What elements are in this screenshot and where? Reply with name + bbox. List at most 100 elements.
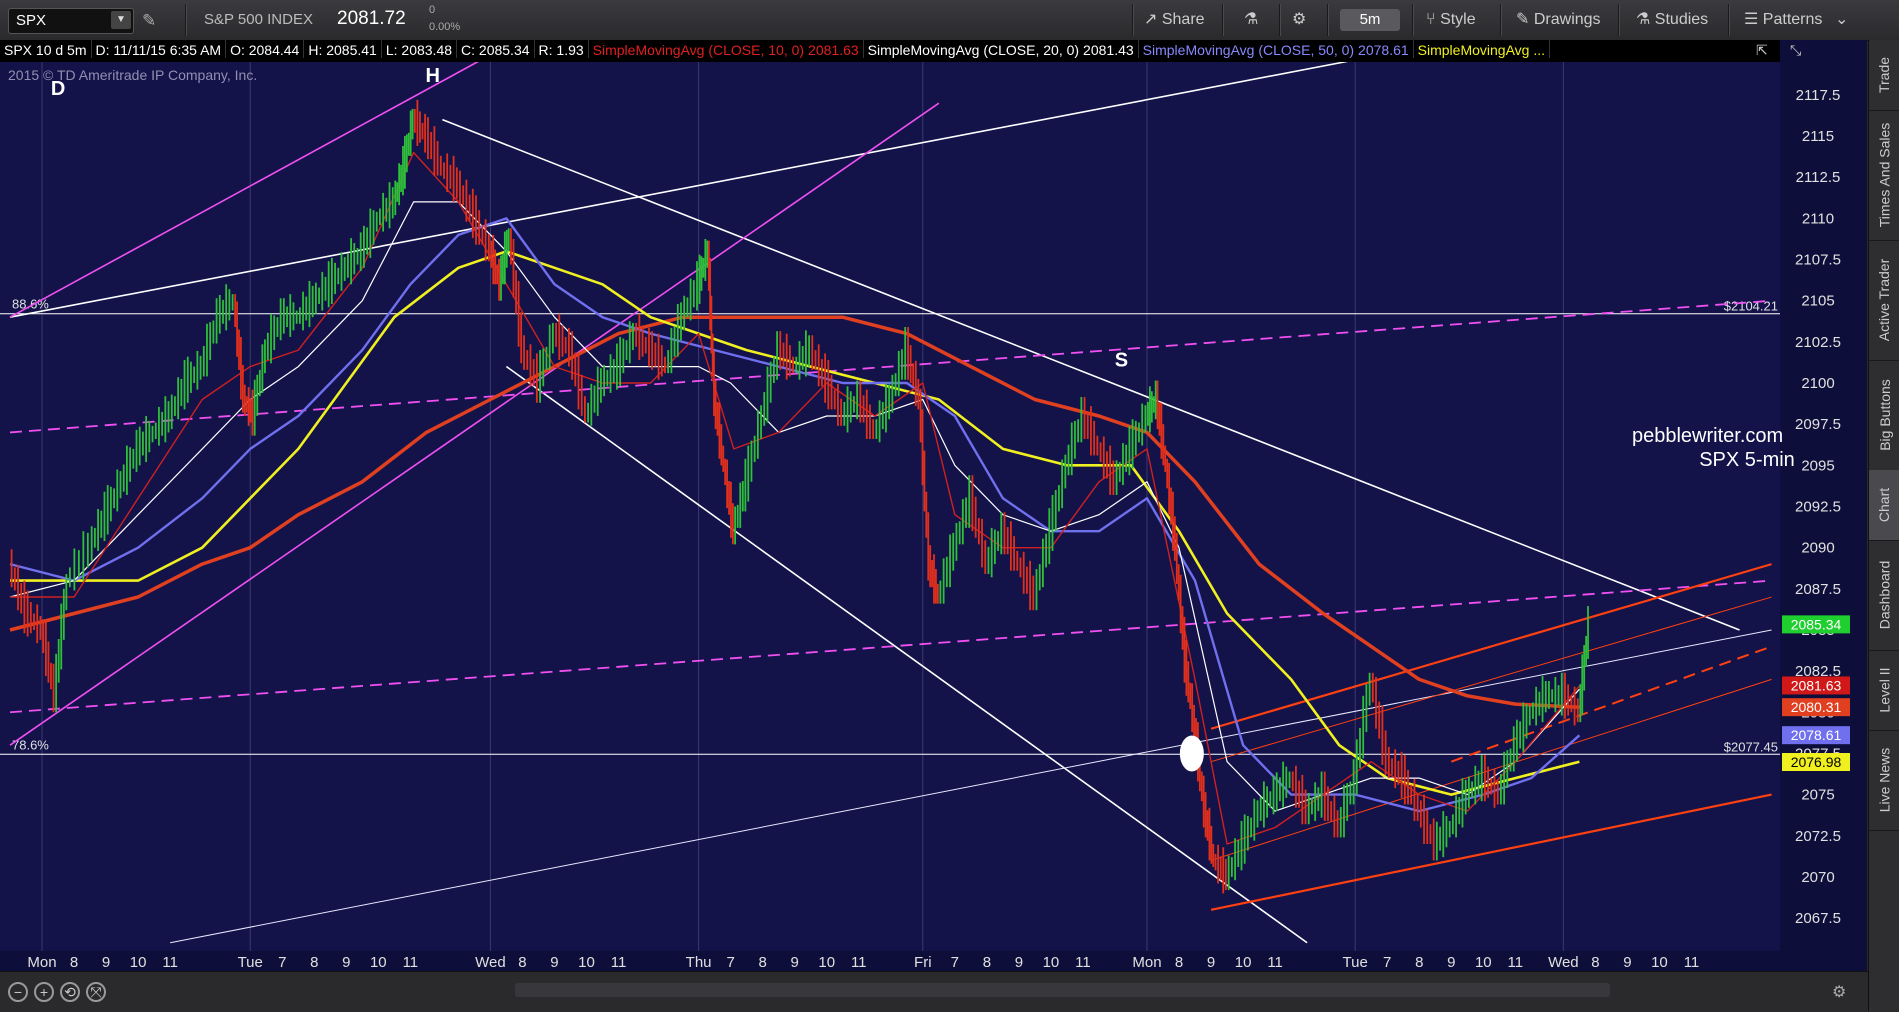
x-tick-label: 10 bbox=[1475, 954, 1492, 971]
zoom-out-icon[interactable]: − bbox=[8, 982, 28, 1002]
right-sidebar: Trade Times And Sales Active Trader Big … bbox=[1868, 40, 1899, 1011]
price-chart[interactable]: 2067.520702072.520752077.520802082.52085… bbox=[0, 36, 1867, 971]
y-tick-label: 2097.5 bbox=[1795, 416, 1841, 433]
x-tick-label: 10 bbox=[1043, 954, 1060, 971]
x-tick-label: Tue bbox=[1343, 954, 1368, 971]
separator bbox=[185, 4, 187, 36]
y-tick-label: 2112.5 bbox=[1796, 169, 1841, 186]
tab-active-trader[interactable]: Active Trader bbox=[1869, 240, 1899, 361]
x-tick-label: 8 bbox=[518, 954, 526, 971]
chart-title: SPX 10 d 5m bbox=[0, 40, 92, 58]
x-tick-label: 10 bbox=[578, 954, 595, 971]
separator bbox=[1132, 4, 1134, 36]
pan-icon[interactable]: ⤧ bbox=[86, 982, 106, 1002]
symbol-dropdown-icon[interactable]: ▼ bbox=[111, 11, 131, 29]
y-tick-label: 2115 bbox=[1802, 128, 1834, 145]
bottom-bar: − + ⟲ ⤧ ⚙ bbox=[0, 971, 1868, 1012]
bar-range: R: 1.93 bbox=[535, 40, 589, 58]
price-level-label: $2104.21 bbox=[1724, 299, 1778, 314]
time-scrollbar[interactable] bbox=[515, 983, 1610, 997]
zoom-reset-icon[interactable]: ⟲ bbox=[60, 982, 80, 1002]
y-tick-label: 2110 bbox=[1802, 210, 1834, 227]
share-icon: ↗ bbox=[1144, 11, 1158, 28]
x-tick-label: Mon bbox=[27, 954, 56, 971]
x-tick-label: 9 bbox=[102, 954, 110, 971]
share-button[interactable]: ↗ Share bbox=[1144, 6, 1205, 34]
y-tick-label: 2105 bbox=[1801, 293, 1834, 310]
bar-low: L: 2083.48 bbox=[382, 40, 458, 58]
x-tick-label: 9 bbox=[550, 954, 558, 971]
pencil-icon: ✎ bbox=[1516, 11, 1530, 28]
sma20-value: 2081.43 bbox=[1079, 40, 1139, 58]
x-tick-label: 7 bbox=[726, 954, 734, 971]
y-tick-label: 2100 bbox=[1801, 375, 1834, 392]
x-tick-label: Fri bbox=[914, 954, 932, 971]
x-tick-label: 9 bbox=[1207, 954, 1215, 971]
x-tick-label: 7 bbox=[278, 954, 286, 971]
tab-chart[interactable]: Chart bbox=[1869, 470, 1899, 541]
x-tick-label: 8 bbox=[1415, 954, 1423, 971]
study-info-bar: SPX 10 d 5m D: 11/11/15 6:35 AM O: 2084.44… bbox=[0, 40, 1780, 62]
x-tick-label: 10 bbox=[1651, 954, 1668, 971]
x-tick-label: 8 bbox=[1175, 954, 1183, 971]
x-tick-label: 11 bbox=[1267, 954, 1283, 971]
tab-big-buttons[interactable]: Big Buttons bbox=[1869, 360, 1899, 471]
percent-change: 0.00% bbox=[429, 21, 461, 33]
highlight-marker bbox=[1179, 735, 1204, 772]
y-tick-label: 2117.5 bbox=[1796, 87, 1841, 104]
style-button[interactable]: ⑂ Style bbox=[1426, 6, 1476, 34]
timeframe-button[interactable]: 5m bbox=[1340, 9, 1400, 31]
bar-open: O: 2084.44 bbox=[226, 40, 305, 58]
collapse-icon[interactable]: ⇱ bbox=[1756, 42, 1768, 59]
plot-background bbox=[0, 40, 1867, 971]
expand-icon[interactable]: ⤡ bbox=[1790, 42, 1801, 59]
gear-icon[interactable]: ⚙ bbox=[1292, 6, 1306, 34]
x-tick-label: 10 bbox=[1235, 954, 1252, 971]
sma20-label[interactable]: SimpleMovingAvg (CLOSE, 20, 0) bbox=[864, 40, 1079, 58]
flask-icon[interactable]: ⚗ bbox=[1244, 6, 1258, 34]
current-value-label: 2080.31 bbox=[1791, 699, 1842, 715]
x-tick-label: Tue bbox=[238, 954, 263, 971]
x-tick-label: 11 bbox=[1684, 954, 1700, 971]
y-tick-label: 2095 bbox=[1801, 457, 1834, 474]
tab-level-ii[interactable]: Level II bbox=[1869, 650, 1899, 731]
separator bbox=[1618, 4, 1620, 36]
price-level-label: $2077.45 bbox=[1724, 739, 1778, 754]
separator bbox=[1222, 4, 1224, 36]
tab-trade[interactable]: Trade bbox=[1869, 40, 1899, 111]
tab-dashboard[interactable]: Dashboard bbox=[1869, 540, 1899, 651]
sma-more-label[interactable]: SimpleMovingAvg ... bbox=[1414, 40, 1551, 58]
watermark-text: pebblewriter.com bbox=[1632, 425, 1783, 447]
flask-icon: ⚗ bbox=[1636, 11, 1651, 28]
x-tick-label: 9 bbox=[342, 954, 350, 971]
x-tick-label: 9 bbox=[1015, 954, 1023, 971]
sma10-label[interactable]: SimpleMovingAvg (CLOSE, 10, 0) bbox=[589, 40, 804, 58]
current-value-label: 2076.98 bbox=[1791, 754, 1842, 770]
current-value-label: 2081.63 bbox=[1791, 677, 1842, 693]
sma50-label[interactable]: SimpleMovingAvg (CLOSE, 50, 0) bbox=[1139, 40, 1354, 58]
sma10-value: 2081.63 bbox=[804, 40, 864, 58]
studies-button[interactable]: ⚗ Studies bbox=[1636, 6, 1708, 34]
zoom-in-icon[interactable]: + bbox=[34, 982, 54, 1002]
x-tick-label: 7 bbox=[1383, 954, 1391, 971]
chart-area[interactable]: 2067.520702072.520752077.520802082.52085… bbox=[0, 36, 1867, 971]
link-icon[interactable]: ✎ bbox=[142, 11, 156, 31]
bar-high: H: 2085.41 bbox=[304, 40, 382, 58]
separator bbox=[1412, 4, 1414, 36]
y-tick-label: 2072.5 bbox=[1795, 828, 1841, 845]
symbol-input[interactable]: SPX ▼ bbox=[8, 8, 134, 34]
patterns-button[interactable]: ☰ Patterns bbox=[1744, 6, 1822, 34]
x-tick-label: 11 bbox=[1508, 954, 1524, 971]
y-tick-label: 2087.5 bbox=[1795, 581, 1841, 598]
x-tick-label: 8 bbox=[1591, 954, 1599, 971]
y-tick-label: 2102.5 bbox=[1795, 334, 1841, 351]
y-tick-label: 2075 bbox=[1801, 787, 1834, 804]
y-tick-label: 2090 bbox=[1801, 540, 1834, 557]
y-tick-label: 2092.5 bbox=[1795, 499, 1841, 516]
tab-live-news[interactable]: Live News bbox=[1869, 730, 1899, 831]
drawings-button[interactable]: ✎ Drawings bbox=[1516, 6, 1601, 34]
y-tick-label: 2067.5 bbox=[1795, 910, 1841, 927]
gear-icon[interactable]: ⚙ bbox=[1832, 982, 1846, 1002]
tab-times-and-sales[interactable]: Times And Sales bbox=[1869, 110, 1899, 241]
chevron-down-icon[interactable]: ⌄ bbox=[1835, 6, 1848, 34]
